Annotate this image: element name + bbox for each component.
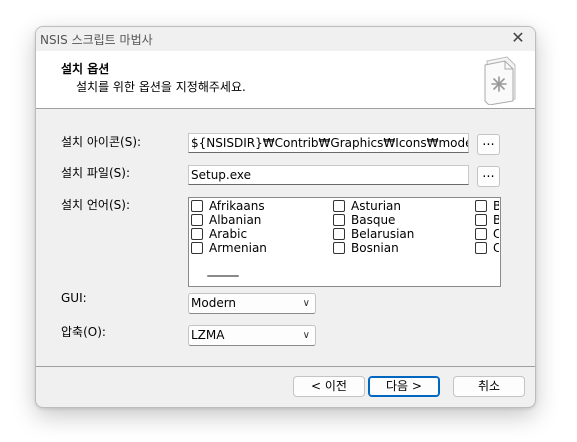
next-button[interactable]: 다음 > — [368, 376, 440, 397]
title-bar: NSIS 스크립트 마법사 ✕ — [36, 27, 535, 51]
checkbox[interactable] — [191, 200, 203, 212]
checkbox[interactable] — [191, 214, 203, 226]
language-item-belarusian[interactable]: Belarusian — [333, 227, 471, 241]
gui-select-value: Modern — [191, 296, 237, 310]
wizard-header: 설치 옵션 설치를 위한 옵션을 지정해주세요. — [36, 51, 535, 109]
checkbox[interactable] — [191, 228, 203, 240]
checkbox[interactable] — [333, 242, 345, 254]
install-file-field[interactable]: Setup.exe — [188, 165, 469, 185]
language-item-third-col[interactable]: C — [475, 241, 499, 255]
cancel-button[interactable]: 취소 — [453, 376, 525, 397]
compression-select[interactable]: LZMA ∨ — [188, 325, 316, 346]
language-item-basque[interactable]: Basque — [333, 213, 471, 227]
install-language-label: 설치 언어(S): — [61, 198, 130, 212]
browse-file-button[interactable]: ... — [477, 166, 500, 187]
horizontal-scrollbar[interactable] — [207, 275, 239, 277]
chevron-down-icon: ∨ — [302, 330, 310, 341]
checkbox[interactable] — [475, 228, 487, 240]
language-item-albanian[interactable]: Albanian — [191, 213, 329, 227]
language-item-third-col[interactable]: C — [475, 227, 499, 241]
compression-label: 압축(O): — [61, 325, 106, 339]
checkbox[interactable] — [475, 200, 487, 212]
checkbox[interactable] — [333, 200, 345, 212]
page-title: 설치 옵션 — [61, 62, 110, 76]
language-item-arabic[interactable]: Arabic — [191, 227, 329, 241]
checkbox[interactable] — [475, 242, 487, 254]
install-icon-label: 설치 아이콘(S): — [61, 135, 142, 149]
language-item-bosnian[interactable]: Bosnian — [333, 241, 471, 255]
page-subtitle: 설치를 위한 옵션을 지정해주세요. — [76, 80, 246, 94]
language-item-third-col[interactable]: B — [475, 199, 499, 213]
wizard-dialog: NSIS 스크립트 마법사 ✕ 설치 옵션 설치를 위한 옵션을 지정해주세요.… — [35, 26, 536, 408]
browse-icon-button[interactable]: ... — [477, 134, 500, 155]
close-icon[interactable]: ✕ — [509, 29, 527, 47]
setup-document-icon — [484, 56, 516, 105]
back-button[interactable]: < 이전 — [293, 376, 365, 397]
gui-select[interactable]: Modern ∨ — [188, 293, 316, 314]
chevron-down-icon: ∨ — [302, 298, 310, 309]
language-item-armenian[interactable]: Armenian — [191, 241, 329, 255]
language-item-asturian[interactable]: Asturian — [333, 199, 471, 213]
install-icon-field[interactable]: ${NSISDIR}₩Contrib₩Graphics₩Icons₩modern — [188, 133, 469, 153]
language-item-third-col[interactable]: B — [475, 213, 499, 227]
footer-divider — [36, 366, 535, 367]
checkbox[interactable] — [333, 228, 345, 240]
language-list: Afrikaans Albanian Arabic Armenian Astur… — [188, 197, 501, 287]
window-title: NSIS 스크립트 마법사 — [40, 33, 153, 47]
checkbox[interactable] — [333, 214, 345, 226]
checkbox[interactable] — [475, 214, 487, 226]
checkbox[interactable] — [191, 242, 203, 254]
language-item-afrikaans[interactable]: Afrikaans — [191, 199, 329, 213]
compression-select-value: LZMA — [191, 328, 225, 342]
install-file-label: 설치 파일(S): — [61, 166, 130, 180]
gui-label: GUI: — [61, 291, 87, 305]
